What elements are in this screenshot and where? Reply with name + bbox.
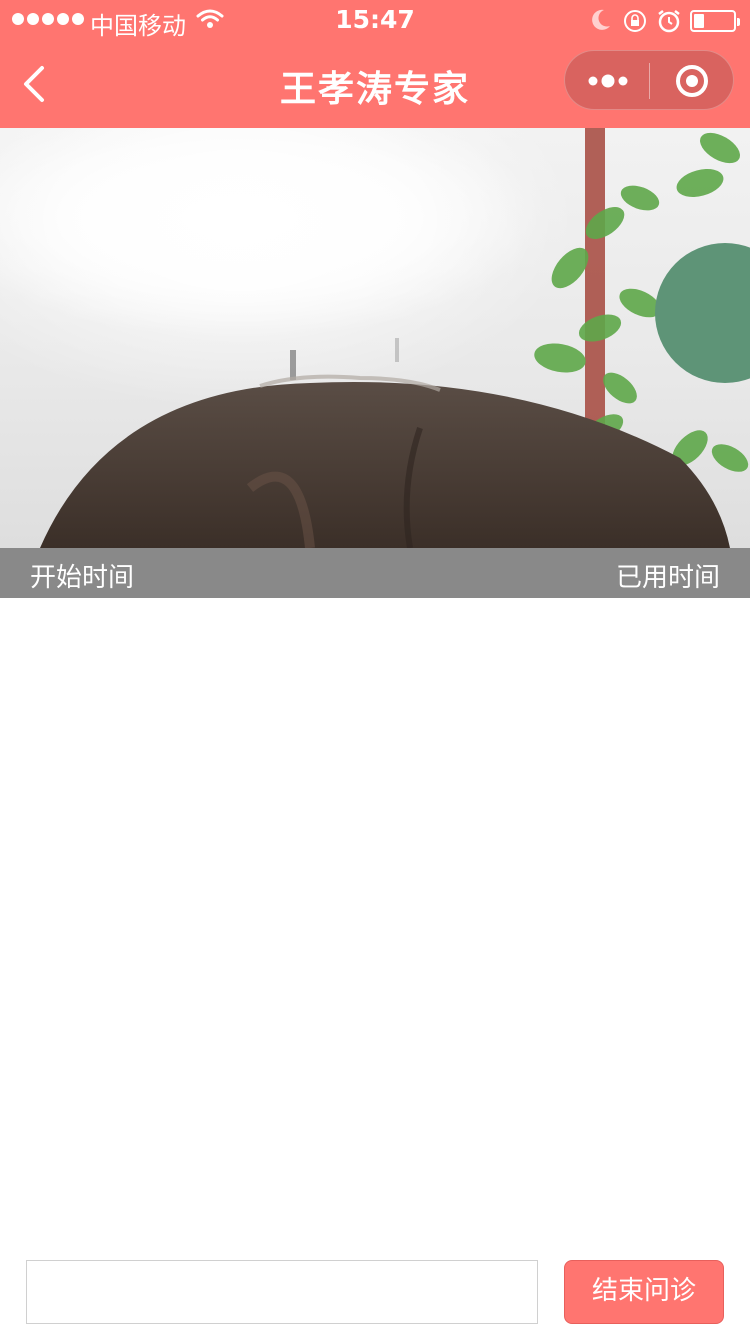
close-circle-icon xyxy=(676,65,708,97)
nav-bar: 王孝涛专家 xyxy=(0,40,750,128)
alarm-icon xyxy=(656,8,682,40)
moon-icon xyxy=(590,8,612,38)
message-input[interactable] xyxy=(26,1260,538,1324)
more-dots-icon xyxy=(588,74,628,88)
battery-icon xyxy=(690,10,740,32)
status-bar: 中国移动 15:47 xyxy=(0,0,750,40)
close-mini-program-button[interactable] xyxy=(650,51,735,111)
start-time-label: 开始时间 xyxy=(30,563,135,593)
mini-program-capsule xyxy=(564,50,734,110)
end-consultation-button[interactable]: 结束问诊 xyxy=(564,1260,724,1324)
time-bar: 开始时间 已用时间 xyxy=(0,548,750,598)
more-menu-button[interactable] xyxy=(565,51,649,111)
camera-image xyxy=(0,128,750,548)
orientation-lock-icon xyxy=(622,8,648,40)
video-feed xyxy=(0,128,750,548)
elapsed-time-label: 已用时间 xyxy=(615,563,720,593)
